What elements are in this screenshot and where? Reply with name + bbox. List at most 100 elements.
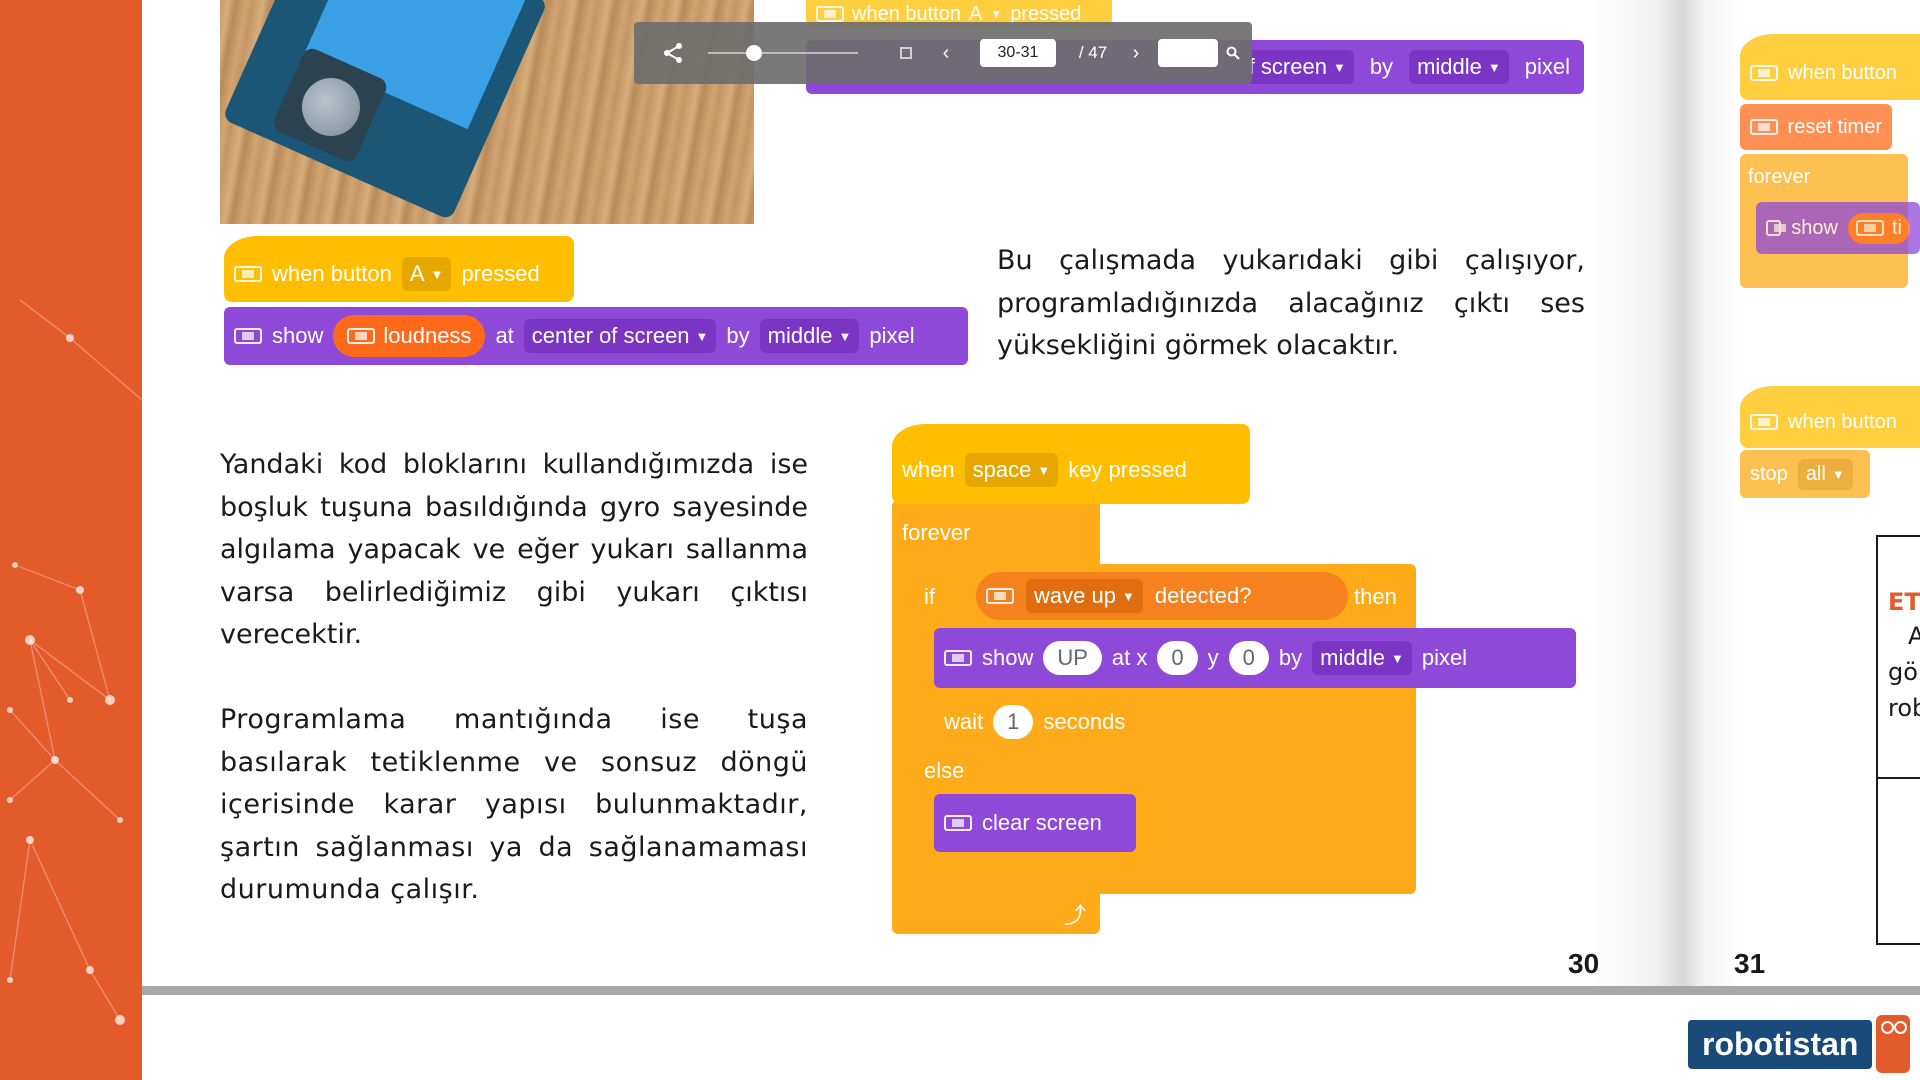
loop-arrow-icon: ⤴ (1064, 903, 1087, 928)
block-label: show (272, 323, 324, 348)
chevron-right-icon: › (1132, 41, 1140, 64)
block-label: at x (1111, 645, 1148, 670)
chevron-down-icon: ▼ (1487, 59, 1501, 75)
flipbook-toolbar: ‹ / 47 › (634, 22, 1252, 84)
logo-wordmark: robotistan (1688, 1019, 1873, 1069)
codey-icon (986, 588, 1014, 604)
codey-icon (1750, 414, 1778, 430)
block-label: all (1805, 462, 1826, 485)
clear-screen-block: clear screen (934, 794, 1136, 852)
loudness-reporter: loudness (333, 315, 486, 357)
forever-label: forever (902, 520, 971, 545)
chevron-down-icon: ▼ (990, 7, 1003, 21)
fullscreen-button[interactable] (894, 22, 918, 84)
left-decorative-strip (0, 0, 142, 1080)
forever-label: forever (1748, 166, 1811, 188)
page-input-wrap (980, 22, 1056, 84)
block-label: reset timer (1787, 115, 1882, 138)
when-key-pressed-block: when space ▼ key pressed (892, 424, 1250, 504)
network-pattern-graphic (7, 299, 142, 1025)
wait-value-input[interactable]: 1 (993, 705, 1034, 739)
paragraph-gyro-description: Yandaki kod bloklarını kullandığımızda i… (220, 449, 808, 650)
chevron-down-icon: ▼ (1831, 466, 1845, 482)
block-label: by (1369, 54, 1394, 79)
wait-seconds-block: wait 1 seconds (934, 694, 1166, 750)
next-page-button[interactable]: › (1124, 22, 1148, 84)
chevron-left-icon: ‹ (942, 41, 950, 64)
block-label: space (972, 457, 1032, 482)
show-text-input[interactable]: UP (1043, 641, 1102, 675)
block-label: middle (767, 323, 833, 348)
search-icon (1226, 46, 1240, 60)
block-label: middle (1320, 645, 1385, 670)
right-stop-all-block: stop all ▼ (1740, 450, 1870, 498)
wave-detected-condition: wave up ▼ detected? (976, 572, 1348, 620)
codey-icon (1750, 65, 1778, 81)
chevron-down-icon: ▼ (1037, 462, 1051, 478)
block-label: pixel (869, 323, 915, 348)
codey-icon (944, 650, 972, 666)
codey-icon (1750, 119, 1778, 135)
block-label: key pressed (1068, 457, 1187, 482)
right-when-button-block-1: when button (1740, 34, 1920, 100)
codey-icon (347, 328, 376, 344)
then-label: then (1354, 584, 1397, 609)
fullscreen-icon (900, 47, 912, 59)
block-label: ti (1892, 216, 1902, 239)
chevron-down-icon: ▼ (838, 328, 852, 344)
block-label: wait (944, 709, 984, 734)
block-label: middle (1417, 54, 1482, 79)
block-label: show (982, 645, 1034, 670)
block-label: when button (1788, 61, 1897, 84)
page-number-input[interactable] (980, 39, 1056, 67)
block-label: at (495, 323, 514, 348)
book-spine-shadow (1590, 0, 1740, 990)
search-button[interactable] (1222, 22, 1244, 84)
right-table-heading: ET (1888, 588, 1920, 616)
zoom-slider[interactable] (708, 22, 858, 84)
block-label: detected? (1154, 583, 1252, 608)
show-loudness-block: show loudness at center of screen ▼ by mi… (224, 307, 968, 365)
robot-mascot-icon (1876, 1015, 1911, 1073)
zoom-slider-thumb[interactable] (746, 45, 762, 61)
chevron-down-icon: ▼ (1390, 650, 1404, 666)
footer-divider (142, 986, 1920, 995)
robotistan-logo: robotistan (1688, 1014, 1911, 1074)
block-label: f screen (1248, 54, 1327, 79)
codey-icon (944, 815, 972, 831)
right-when-button-block-2: when button (1740, 386, 1920, 448)
codey-icon (1856, 220, 1884, 236)
x-value-input[interactable]: 0 (1157, 641, 1198, 675)
show-up-block: show UP at x 0 y 0 by middle ▼ pixel (934, 628, 1576, 688)
search-input-wrap (1158, 22, 1218, 84)
share-button[interactable] (658, 22, 688, 84)
paragraph-output-description: Bu çalışmada yukarıdaki gibi çalışıyor, … (997, 245, 1585, 361)
block-label: pressed (461, 261, 540, 286)
chevron-down-icon: ▼ (430, 266, 444, 282)
block-label: seconds (1043, 709, 1126, 734)
chevron-down-icon: ▼ (1121, 588, 1135, 604)
block-label: A (409, 261, 425, 286)
page-number-left: 30 (1568, 948, 1600, 979)
paragraph-logic-description: Programlama mantığında ise tuşa basılara… (220, 704, 808, 905)
y-value-input[interactable]: 0 (1228, 641, 1269, 675)
when-button-pressed-block: when button A ▼ pressed (224, 236, 574, 302)
if-label: if (924, 584, 935, 609)
block-label: by (1278, 645, 1303, 670)
block-label: loudness (383, 323, 472, 348)
right-show-timer-block: show ti (1756, 202, 1920, 254)
chevron-down-icon: ▼ (695, 328, 709, 344)
block-label: by (726, 323, 750, 348)
codey-icon (234, 328, 262, 344)
previous-page-button[interactable]: ‹ (934, 22, 958, 84)
right-table-text: A (1908, 622, 1920, 650)
block-label: pixel (1524, 54, 1570, 79)
search-input[interactable] (1158, 39, 1218, 67)
page-total-label: / 47 (1068, 22, 1118, 84)
codey-icon (816, 6, 844, 22)
chevron-down-icon: ▼ (1332, 59, 1346, 75)
right-table-text: rob (1888, 694, 1920, 722)
codey-icon (1766, 220, 1787, 236)
if-end-bar (1000, 852, 1416, 894)
page-total-text: / 47 (1078, 43, 1108, 62)
